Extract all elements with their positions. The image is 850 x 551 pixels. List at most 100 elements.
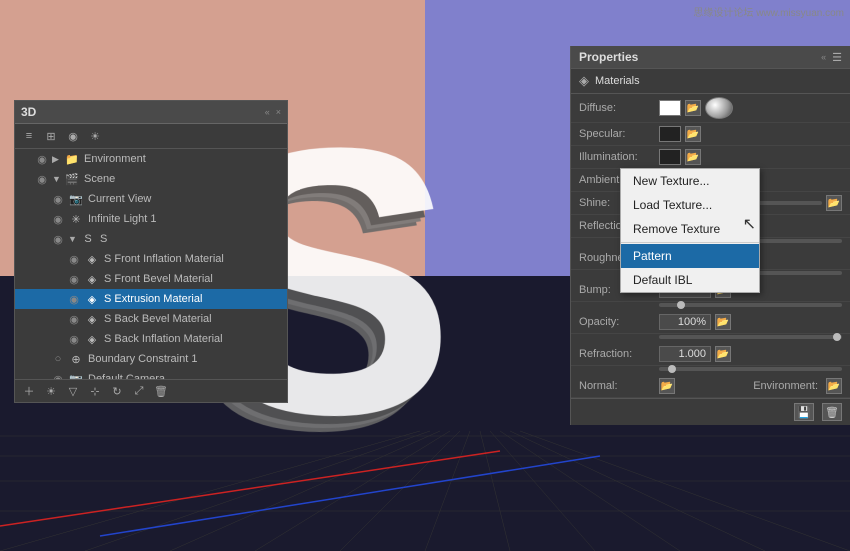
diffuse-swatch[interactable] [659, 100, 681, 116]
label-boundary: Boundary Constraint 1 [88, 353, 197, 365]
label-s-front-inflation: S Front Inflation Material [104, 253, 224, 265]
layer-scene[interactable]: ◉ ▼ 🎬 Scene [15, 169, 287, 189]
eye-icon[interactable]: ◉ [65, 128, 81, 144]
refraction-input[interactable] [659, 346, 711, 362]
label-s: S [100, 233, 107, 245]
refraction-slider-thumb[interactable] [668, 365, 676, 373]
rotate-icon[interactable]: ↻ [109, 383, 125, 399]
eye-boundary[interactable]: ○ [51, 352, 65, 366]
opacity-slider[interactable] [659, 335, 842, 339]
refraction-slider[interactable] [659, 367, 842, 371]
illumination-folder-btn[interactable]: 📂 [685, 149, 701, 165]
opacity-slider-thumb[interactable] [833, 333, 841, 341]
label-current-view: Current View [88, 193, 151, 205]
scene-icon: 🎬 [64, 172, 80, 186]
eye-s-front-inflation[interactable]: ◉ [67, 252, 81, 266]
scale-icon[interactable]: ⤢ [131, 383, 147, 399]
environment-folder-btn[interactable]: 📂 [826, 378, 842, 394]
eye-s[interactable]: ◉ [51, 232, 65, 246]
grid-icon[interactable]: ⊞ [43, 128, 59, 144]
light-add-icon[interactable]: ☀ [43, 383, 59, 399]
bump-slider-row [571, 302, 850, 311]
opacity-input[interactable] [659, 314, 711, 330]
eye-s-front-bevel[interactable]: ◉ [67, 272, 81, 286]
label-environment: Environment [84, 153, 146, 165]
properties-menu[interactable]: ☰ [832, 51, 842, 64]
layer-environment[interactable]: ◉ ▶ 📁 Environment [15, 149, 287, 169]
layer-s-back-bevel[interactable]: ◉ ◈ S Back Bevel Material [15, 309, 287, 329]
material-icon-2: ◈ [84, 272, 100, 286]
bump-slider-thumb[interactable] [677, 301, 685, 309]
properties-header: Properties « ☰ [571, 46, 850, 69]
layer-current-view[interactable]: ◉ 📷 Current View [15, 189, 287, 209]
expand-scene[interactable]: ▼ [52, 174, 62, 184]
eye-s-extrusion[interactable]: ◉ [67, 292, 81, 306]
layer-s-front-bevel[interactable]: ◉ ◈ S Front Bevel Material [15, 269, 287, 289]
prop-row-diffuse: Diffuse: 📂 [571, 94, 850, 123]
default-camera-icon: 📷 [68, 372, 84, 379]
eye-s-back-bevel[interactable]: ◉ [67, 312, 81, 326]
list-icon[interactable]: ≡ [21, 128, 37, 144]
normal-folder-btn[interactable]: 📂 [659, 378, 675, 394]
eye-current-view[interactable]: ◉ [51, 192, 65, 206]
normal-value: 📂 Environment: 📂 [659, 378, 842, 394]
layer-s-extrusion[interactable]: ◉ ◈ S Extrusion Material [15, 289, 287, 309]
delete-material-btn[interactable]: 🗑 [822, 403, 842, 421]
label-infinite-light: Infinite Light 1 [88, 213, 157, 225]
context-menu-item-pattern[interactable]: Pattern [621, 244, 759, 268]
save-material-btn[interactable]: 💾 [794, 403, 814, 421]
context-menu-item-load-texture[interactable]: Load Texture... [621, 193, 759, 217]
panel-3d-collapse[interactable]: « [265, 107, 270, 117]
label-s-back-bevel: S Back Bevel Material [104, 313, 212, 325]
materials-tab[interactable]: Materials [595, 75, 640, 87]
layer-s-back-inflation[interactable]: ◉ ◈ S Back Inflation Material [15, 329, 287, 349]
context-menu-separator [621, 242, 759, 243]
add-layer-icon[interactable]: ＋ [21, 383, 37, 399]
label-scene: Scene [84, 173, 115, 185]
bump-slider[interactable] [659, 303, 842, 307]
expand-s[interactable]: ▼ [68, 234, 78, 244]
light-icon[interactable]: ☀ [87, 128, 103, 144]
eye-environment[interactable]: ◉ [35, 152, 49, 166]
diffuse-folder-btn[interactable]: 📂 [685, 100, 701, 116]
layer-infinite-light[interactable]: ◉ ✳ Infinite Light 1 [15, 209, 287, 229]
label-s-back-inflation: S Back Inflation Material [104, 333, 223, 345]
layer-boundary[interactable]: ○ ⊕ Boundary Constraint 1 [15, 349, 287, 369]
specular-swatch[interactable] [659, 126, 681, 142]
properties-title: Properties [579, 50, 638, 64]
properties-tab-bar: ◈ Materials [571, 69, 850, 94]
eye-infinite-light[interactable]: ◉ [51, 212, 65, 226]
expand-environment[interactable]: ▶ [52, 154, 62, 165]
eye-default-camera[interactable]: ◉ [51, 372, 65, 379]
panel-3d-close[interactable]: × [276, 107, 281, 117]
opacity-folder-btn[interactable]: 📂 [715, 314, 731, 330]
prop-row-normal: Normal: 📂 Environment: 📂 [571, 375, 850, 398]
illumination-swatch[interactable] [659, 149, 681, 165]
properties-bottom-bar: 💾 🗑 [571, 398, 850, 425]
material-icon-4: ◈ [84, 312, 100, 326]
folder-icon: 📁 [64, 152, 80, 166]
layer-default-camera[interactable]: ◉ 📷 Default Camera [15, 369, 287, 379]
eye-scene[interactable]: ◉ [35, 172, 49, 186]
specular-value: 📂 [659, 126, 842, 142]
properties-collapse[interactable]: « [821, 52, 826, 62]
light-layer-icon: ✳ [68, 212, 84, 226]
opacity-value: 📂 [659, 314, 842, 330]
filter-icon[interactable]: ▽ [65, 383, 81, 399]
illumination-value: 📂 [659, 149, 842, 165]
layer-s[interactable]: ◉ ▼ S S [15, 229, 287, 249]
eye-s-back-inflation[interactable]: ◉ [67, 332, 81, 346]
move-icon[interactable]: ⊹ [87, 383, 103, 399]
refraction-slider-row [571, 366, 850, 375]
context-menu-item-new-texture[interactable]: New Texture... [621, 169, 759, 193]
layer-s-front-inflation[interactable]: ◉ ◈ S Front Inflation Material [15, 249, 287, 269]
material-icon-3: ◈ [84, 292, 100, 306]
refraction-folder-btn[interactable]: 📂 [715, 346, 731, 362]
context-menu-item-default-ibl[interactable]: Default IBL [621, 268, 759, 292]
shine-folder-btn[interactable]: 📂 [826, 195, 842, 211]
constraint-icon: ⊕ [68, 352, 84, 366]
delete-layer-icon[interactable]: 🗑 [153, 383, 169, 399]
refraction-value: 📂 [659, 346, 842, 362]
specular-folder-btn[interactable]: 📂 [685, 126, 701, 142]
context-menu-item-remove-texture[interactable]: Remove Texture [621, 217, 759, 241]
